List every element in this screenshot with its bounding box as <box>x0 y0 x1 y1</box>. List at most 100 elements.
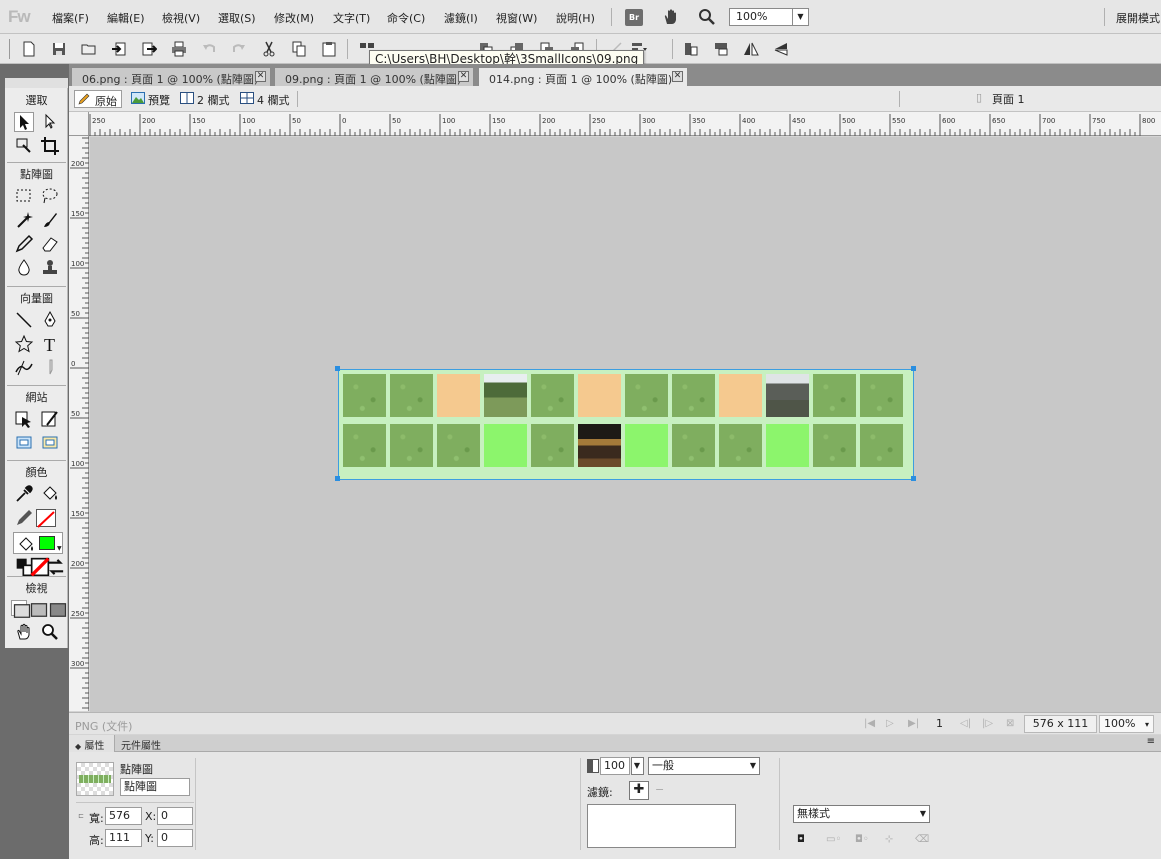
filters-list[interactable] <box>587 804 736 848</box>
add-filter-button[interactable]: ✚ <box>629 781 649 800</box>
width-field[interactable]: 576 <box>105 807 142 825</box>
zoom-tool-icon[interactable] <box>40 622 60 642</box>
redo-icon[interactable] <box>231 41 247 57</box>
doc-tab-09[interactable]: 09.png : 頁面 1 @ 100% (點陣圖) ✕ <box>274 67 474 86</box>
view-2up-button[interactable]: 2 欄式 <box>177 90 234 108</box>
stop-icon[interactable]: ⊠ <box>1006 718 1014 729</box>
export-icon[interactable] <box>141 41 158 57</box>
y-field[interactable]: 0 <box>157 829 193 847</box>
import-icon[interactable] <box>111 41 127 57</box>
doc-tab-06[interactable]: 06.png : 頁面 1 @ 100% (點陣圖) ✕ <box>71 67 271 86</box>
menu-edit[interactable]: 編輯(E) <box>107 10 145 26</box>
copy-icon[interactable] <box>291 41 307 57</box>
menu-text[interactable]: 文字(T) <box>333 10 370 26</box>
rotate-cw-icon[interactable] <box>713 41 729 57</box>
menu-help[interactable]: 說明(H) <box>556 10 595 26</box>
marquee-tool-icon[interactable] <box>14 186 34 206</box>
magic-wand-icon[interactable] <box>14 210 34 230</box>
print-icon[interactable] <box>171 41 187 57</box>
opacity-field[interactable]: 100 <box>600 757 630 775</box>
bridge-button[interactable]: Br <box>625 9 643 26</box>
new-style-icon[interactable]: ◘ <box>797 834 805 845</box>
fill-color-swatch[interactable] <box>39 536 55 550</box>
remove-filter-button[interactable]: − <box>655 783 664 796</box>
document-bitmap[interactable] <box>338 369 914 480</box>
default-colors-icon[interactable] <box>15 557 35 577</box>
redefine-style-icon[interactable]: ▭◦ <box>826 834 841 845</box>
selection-handle[interactable] <box>335 476 340 481</box>
view-original-button[interactable]: 原始 <box>74 90 122 108</box>
menu-window[interactable]: 視窗(W) <box>496 10 537 26</box>
open-folder-icon[interactable] <box>81 41 97 57</box>
menu-modify[interactable]: 修改(M) <box>274 10 314 26</box>
delete-style-icon[interactable]: ⌫ <box>915 834 929 845</box>
close-icon[interactable]: ✕ <box>672 71 683 82</box>
standard-screen-icon[interactable] <box>11 600 31 618</box>
style-select[interactable]: 無樣式 ▼ <box>793 805 930 823</box>
lock-proportions-icon[interactable]: ⊏ <box>78 812 84 820</box>
knife-tool-icon[interactable] <box>40 358 60 378</box>
blend-mode-select[interactable]: 一般 ▼ <box>648 757 760 775</box>
opacity-slider-button[interactable]: ▼ <box>631 757 644 775</box>
last-frame-icon[interactable]: ▶| <box>908 718 919 729</box>
play-icon[interactable]: ▷ <box>886 718 894 729</box>
close-icon[interactable]: ✕ <box>255 71 266 82</box>
full-screen-menus-icon[interactable] <box>29 600 48 617</box>
slice-tool-icon[interactable] <box>40 409 60 429</box>
panel-menu-icon[interactable]: ≡ <box>1147 736 1155 747</box>
menu-filters[interactable]: 濾鏡(I) <box>444 10 478 26</box>
pointer-tool-icon[interactable] <box>14 112 34 132</box>
star-shape-icon[interactable] <box>14 334 34 354</box>
workspace-mode-label[interactable]: 展開模式 <box>1116 10 1160 26</box>
blur-tool-icon[interactable] <box>14 258 34 278</box>
scale-tool-icon[interactable] <box>14 136 34 156</box>
crop-tool-icon[interactable] <box>40 136 60 156</box>
hand-icon[interactable] <box>661 8 681 26</box>
eyedropper-icon[interactable] <box>14 484 34 504</box>
doc-tab-014[interactable]: 014.png : 頁面 1 @ 100% (點陣圖) ✕ <box>478 67 688 86</box>
selection-handle[interactable] <box>335 366 340 371</box>
hand-tool-icon[interactable] <box>14 622 34 642</box>
freeform-tool-icon[interactable] <box>14 358 34 378</box>
zoom-icon[interactable] <box>697 8 717 26</box>
line-tool-icon[interactable] <box>14 310 34 330</box>
hide-slices-icon[interactable] <box>14 433 34 453</box>
next-frame-icon[interactable]: |▷ <box>982 718 993 729</box>
ruler-left[interactable]: 200 150 100 50 0 50 100 150 200 250 300 <box>69 136 89 711</box>
close-icon[interactable]: ✕ <box>458 71 469 82</box>
show-slices-icon[interactable] <box>40 433 60 453</box>
brush-tool-icon[interactable] <box>40 210 60 230</box>
stroke-color-swatch[interactable] <box>36 509 56 528</box>
height-field[interactable]: 111 <box>105 829 142 847</box>
rotate-ccw-icon[interactable] <box>683 41 699 57</box>
first-frame-icon[interactable]: |◀ <box>864 718 875 729</box>
pen-tool-icon[interactable] <box>40 310 60 330</box>
object-name-field[interactable]: 點陣圖 <box>120 778 190 796</box>
lasso-tool-icon[interactable] <box>40 186 60 206</box>
menu-file[interactable]: 檔案(F) <box>52 10 89 26</box>
full-screen-icon[interactable] <box>48 600 67 617</box>
stroke-color-icon[interactable] <box>14 508 34 528</box>
menu-view[interactable]: 檢視(V) <box>162 10 200 26</box>
page-select[interactable]: ▯ 頁面 1 ▼ <box>972 91 1161 108</box>
rubber-stamp-icon[interactable] <box>40 258 60 278</box>
paint-bucket-icon[interactable] <box>40 484 60 504</box>
ruler-corner[interactable] <box>69 112 89 136</box>
subselect-tool-icon[interactable] <box>40 112 60 132</box>
x-field[interactable]: 0 <box>157 807 193 825</box>
selection-handle[interactable] <box>911 476 916 481</box>
tab-symbol-properties[interactable]: 元件屬性 <box>115 735 167 752</box>
style-options-icon[interactable]: ⊹ <box>885 834 893 845</box>
swap-colors-icon[interactable] <box>46 557 64 575</box>
view-preview-button[interactable]: 預覽 <box>128 90 174 108</box>
tab-properties[interactable]: ◆ 屬性 <box>69 735 115 752</box>
cut-icon[interactable] <box>261 41 277 57</box>
status-zoom-select[interactable]: 100% ▾ <box>1099 715 1154 733</box>
save-icon[interactable] <box>51 41 67 57</box>
flip-horizontal-icon[interactable] <box>743 41 759 57</box>
break-style-icon[interactable]: ◘◦ <box>855 834 869 845</box>
no-color-icon[interactable] <box>30 557 50 577</box>
canvas-size-button[interactable]: 576 x 111 <box>1024 715 1097 733</box>
ruler-top[interactable]: 250 200 150 100 50 0 50 100 150 200 250 300 350 400 45… <box>89 112 1161 136</box>
selection-handle[interactable] <box>911 366 916 371</box>
